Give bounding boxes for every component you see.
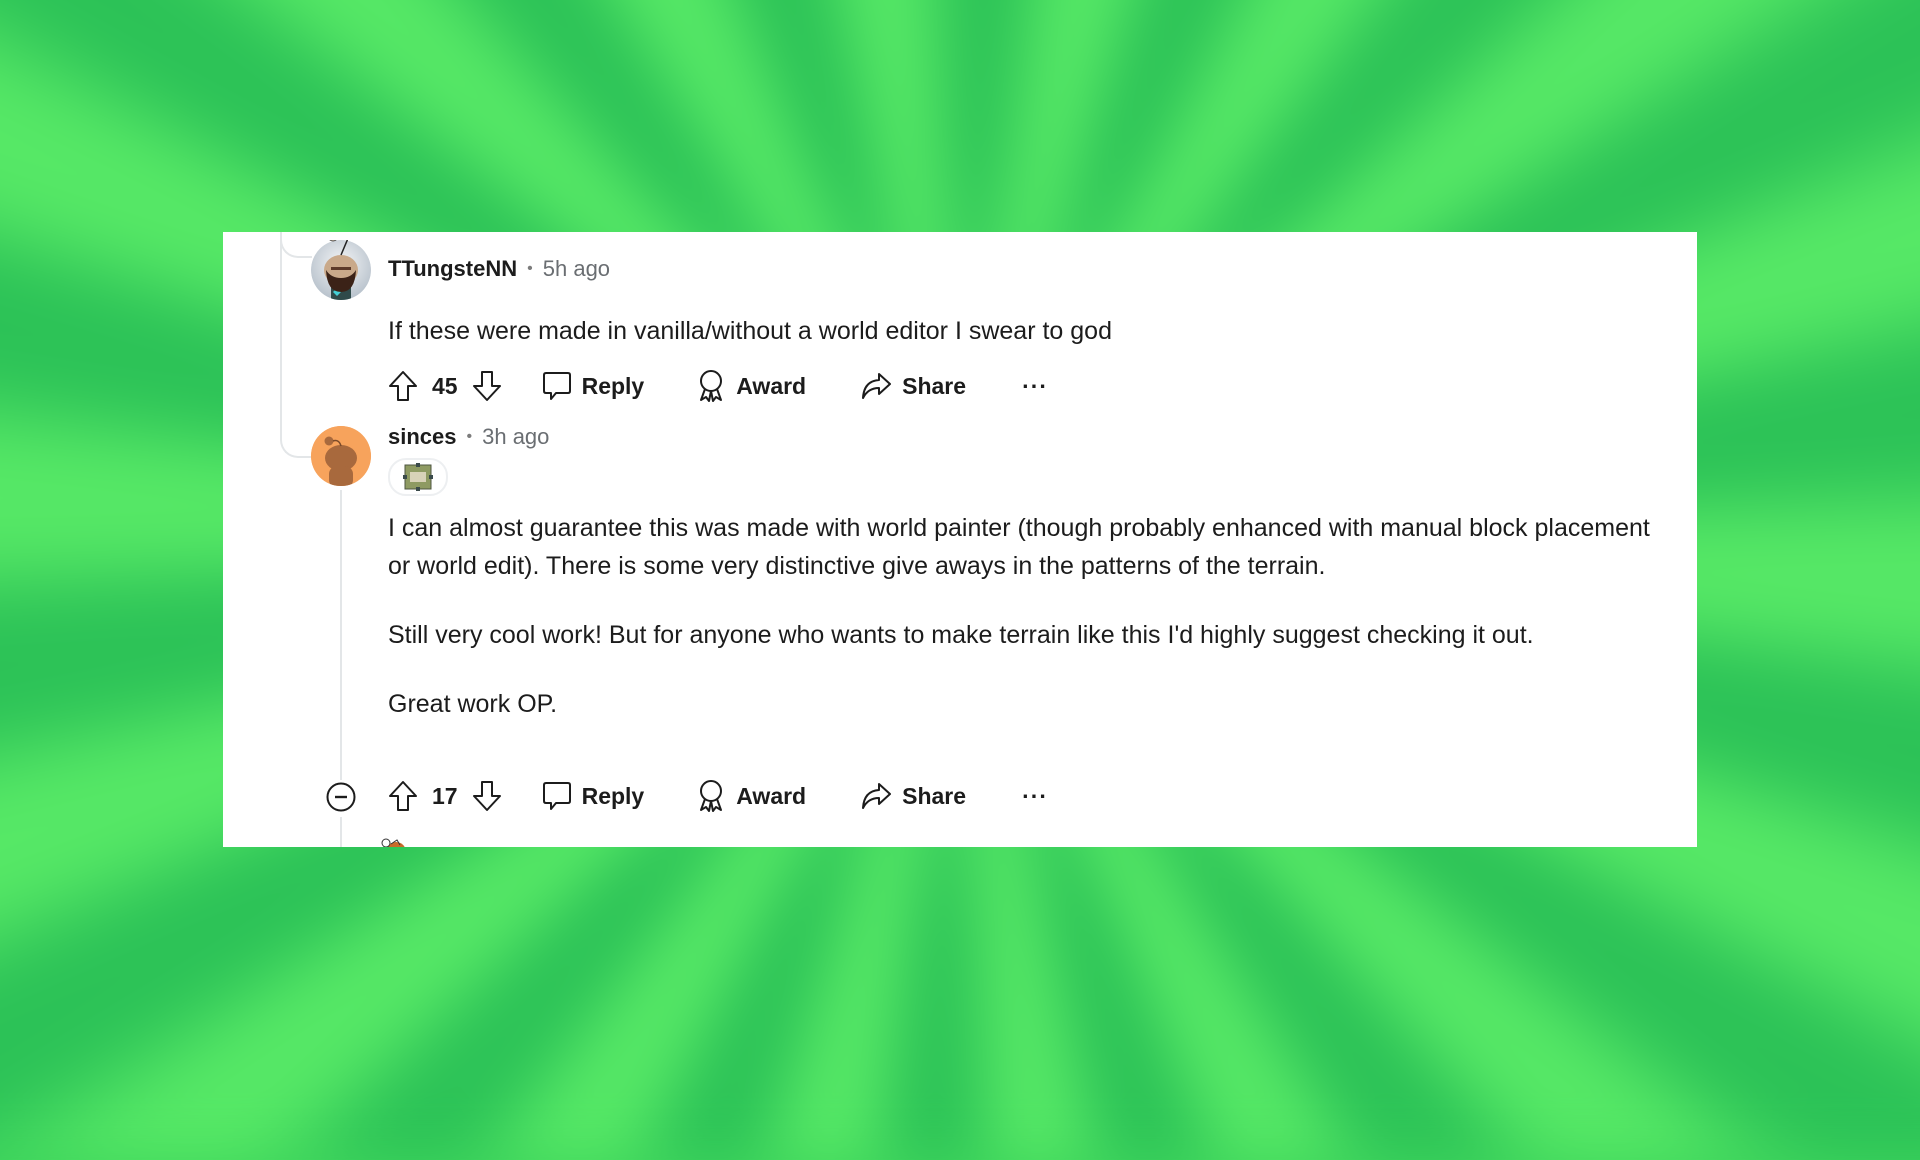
collapse-thread-button[interactable] bbox=[326, 782, 356, 812]
minecraft-map-flair-icon bbox=[403, 463, 433, 491]
downvote-icon[interactable] bbox=[472, 780, 502, 812]
timestamp[interactable]: 3h ago bbox=[482, 424, 549, 450]
vote-score: 45 bbox=[432, 372, 458, 399]
share-button[interactable]: Share bbox=[860, 781, 966, 811]
thread-connector bbox=[280, 412, 312, 458]
user-avatar[interactable] bbox=[311, 240, 371, 300]
timestamp[interactable]: 5h ago bbox=[543, 256, 610, 282]
award-button[interactable]: Award bbox=[696, 779, 806, 813]
share-arrow-icon bbox=[860, 371, 892, 401]
award-ribbon-icon bbox=[696, 369, 726, 403]
award-ribbon-icon bbox=[696, 779, 726, 813]
comment-bubble-icon bbox=[542, 370, 572, 402]
comment-paragraph: I can almost guarantee this was made wit… bbox=[388, 514, 1650, 580]
comment-paragraph: If these were made in vanilla/without a … bbox=[388, 317, 1112, 345]
snoo-orange-avatar-icon bbox=[311, 426, 371, 486]
snoo-avatar-icon bbox=[381, 838, 405, 847]
collapse-minus-icon bbox=[326, 782, 356, 812]
thread-line[interactable] bbox=[340, 817, 342, 847]
comment-action-bar: 17 Reply Award Share ··· bbox=[388, 779, 1048, 813]
reply-button[interactable]: Reply bbox=[542, 780, 645, 812]
comment-bubble-icon bbox=[542, 780, 572, 812]
comment-action-bar: 45 Reply Award Share ··· bbox=[388, 369, 1048, 403]
award-label: Award bbox=[736, 372, 807, 399]
user-avatar[interactable] bbox=[311, 426, 371, 486]
thread-connector bbox=[280, 232, 312, 258]
comment-paragraph: Great work OP. bbox=[388, 690, 558, 718]
username[interactable]: TTungsteNN bbox=[388, 256, 517, 282]
upvote-icon[interactable] bbox=[388, 370, 418, 402]
award-label: Award bbox=[736, 782, 807, 809]
user-flair bbox=[388, 458, 448, 496]
downvote-icon[interactable] bbox=[472, 370, 502, 402]
reply-label: Reply bbox=[581, 372, 645, 399]
more-options-button[interactable]: ··· bbox=[1022, 783, 1048, 810]
comment-meta: sinces • 3h ago bbox=[388, 424, 549, 450]
share-label: Share bbox=[902, 782, 967, 809]
more-options-button[interactable]: ··· bbox=[1022, 373, 1048, 400]
meta-separator: • bbox=[466, 428, 473, 445]
thread-line[interactable] bbox=[280, 232, 282, 432]
snoo-bearded-avatar-icon bbox=[311, 240, 371, 300]
reply-label: Reply bbox=[581, 782, 645, 809]
comment-paragraph: Still very cool work! But for anyone who… bbox=[388, 621, 1534, 649]
next-reply-avatar[interactable] bbox=[379, 836, 409, 847]
share-arrow-icon bbox=[860, 781, 892, 811]
vote-score: 17 bbox=[432, 782, 458, 809]
thread-line[interactable] bbox=[340, 490, 342, 780]
upvote-icon[interactable] bbox=[388, 780, 418, 812]
meta-separator: • bbox=[527, 260, 533, 277]
username[interactable]: sinces bbox=[388, 424, 457, 450]
comment-thread-card: TTungsteNN • 5h ago If these were made i… bbox=[223, 232, 1697, 847]
award-button[interactable]: Award bbox=[696, 369, 806, 403]
share-label: Share bbox=[902, 372, 967, 399]
reply-button[interactable]: Reply bbox=[542, 370, 645, 402]
share-button[interactable]: Share bbox=[860, 371, 966, 401]
comment-body: I can almost guarantee this was made wit… bbox=[388, 509, 1678, 754]
comment-meta: TTungsteNN • 5h ago bbox=[388, 256, 610, 282]
